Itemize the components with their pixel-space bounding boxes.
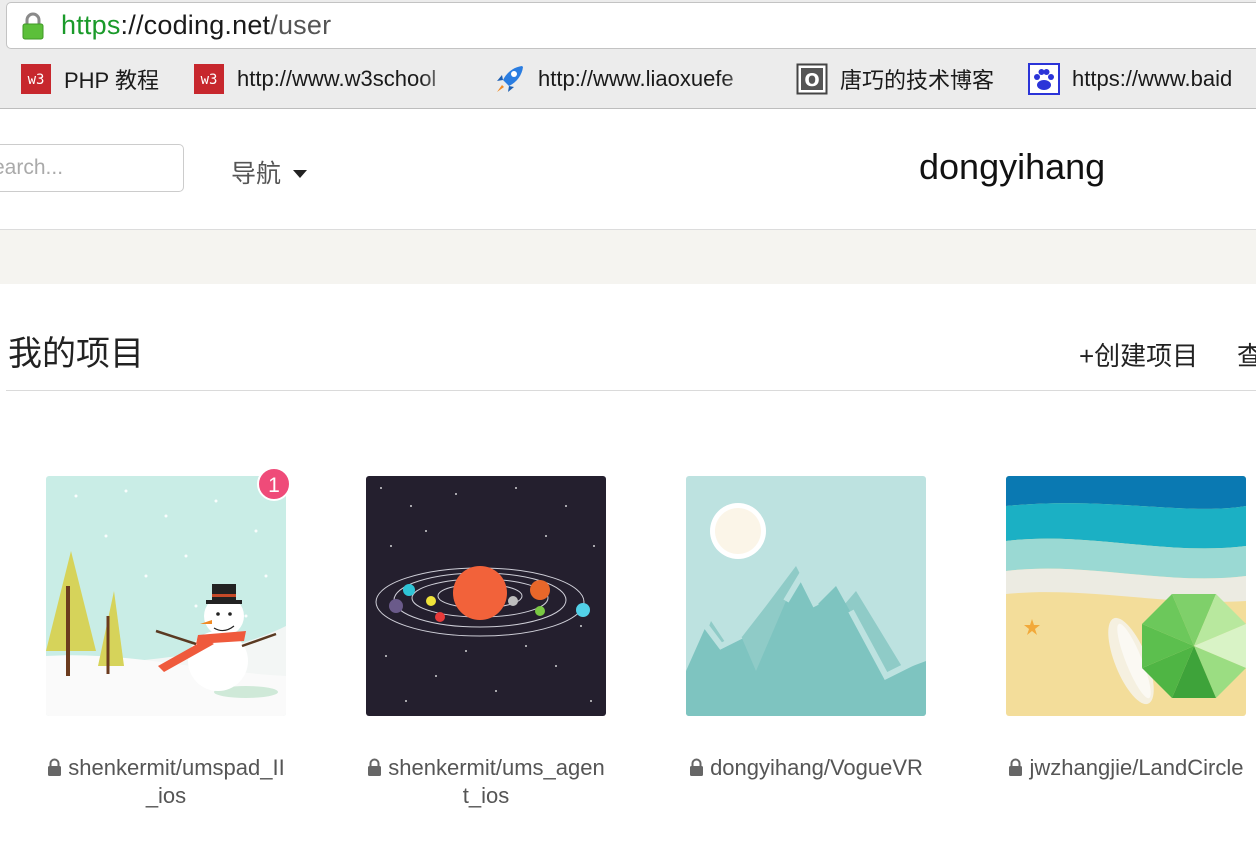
svg-text:w3: w3 xyxy=(201,72,218,88)
project-thumbnail-beach[interactable] xyxy=(1006,476,1246,716)
view-all-link[interactable]: 查 xyxy=(1237,336,1256,373)
bookmark-php-tutorial[interactable]: w3 PHP 教程 xyxy=(20,60,159,98)
project-name-text: shenkermit/umspad_II_ios xyxy=(68,755,285,808)
create-project-link[interactable]: +创建项目 xyxy=(1079,336,1198,373)
bookmark-label: http://www.liaoxuefe xyxy=(538,66,734,91)
notification-badge: 1 xyxy=(257,467,291,501)
divider xyxy=(6,390,1256,391)
project-thumbnail-solar-system[interactable] xyxy=(366,476,606,716)
url-text[interactable]: https://coding.net/user xyxy=(61,10,331,41)
bookmark-baidu[interactable]: https://www.baid xyxy=(1028,60,1232,98)
paw-icon xyxy=(1028,63,1060,95)
nav-label: 导航 xyxy=(231,160,282,188)
caret-down-icon xyxy=(293,170,308,178)
bookmark-label: https://www.baid xyxy=(1072,66,1233,91)
bookmark-liaoxuefeng[interactable]: http://www.liaoxuefe xyxy=(494,60,766,98)
url-separator: :// xyxy=(120,10,144,40)
rocket-icon xyxy=(494,63,526,95)
bookmarks-bar: w3 PHP 教程 w3 http://www.w3school http://… xyxy=(0,58,1256,102)
search-input[interactable] xyxy=(0,144,184,192)
section-title: 我的项目 xyxy=(8,335,144,373)
url-protocol: https xyxy=(61,10,121,40)
project-card[interactable]: shenkermit/ums_agent_ios xyxy=(366,476,606,810)
lock-icon xyxy=(368,758,382,776)
bookmark-w3school[interactable]: w3 http://www.w3school xyxy=(193,60,465,98)
project-name-text: dongyihang/VogueVR xyxy=(710,755,923,780)
project-card[interactable]: dongyihang/VogueVR xyxy=(686,476,926,782)
lock-icon xyxy=(22,12,44,40)
project-card[interactable]: jwzhangjie/LandCircle xyxy=(1006,476,1246,782)
w3-icon: w3 xyxy=(20,63,52,95)
project-name[interactable]: shenkermit/umspad_II_ios xyxy=(46,754,286,810)
o-square-icon: O xyxy=(796,63,828,95)
project-name[interactable]: jwzhangjie/LandCircle xyxy=(1006,754,1246,782)
project-name-text: shenkermit/ums_agent_ios xyxy=(388,755,605,808)
w3-icon: w3 xyxy=(193,63,225,95)
lock-icon xyxy=(48,758,62,776)
project-name-text: jwzhangjie/LandCircle xyxy=(1029,755,1244,780)
site-header: 导航 dongyihang xyxy=(0,109,1256,230)
bookmark-label: PHP 教程 xyxy=(64,68,159,93)
lock-icon xyxy=(690,758,704,776)
nav-dropdown[interactable]: 导航 xyxy=(231,154,308,190)
bookmark-label: http://www.w3school xyxy=(237,66,437,91)
project-name[interactable]: dongyihang/VogueVR xyxy=(686,754,926,782)
svg-text:O: O xyxy=(804,70,819,91)
username[interactable]: dongyihang xyxy=(919,146,1105,188)
browser-chrome: https://coding.net/user w3 PHP 教程 w3 htt… xyxy=(0,0,1256,109)
sub-header-band xyxy=(0,230,1256,284)
bookmark-label: 唐巧的技术博客 xyxy=(840,68,995,93)
project-thumbnail-snowman[interactable] xyxy=(46,476,286,716)
project-name[interactable]: shenkermit/ums_agent_ios xyxy=(366,754,606,810)
lock-icon xyxy=(1009,758,1023,776)
svg-text:w3: w3 xyxy=(28,72,45,88)
url-host: coding.net xyxy=(143,10,271,40)
address-bar[interactable]: https://coding.net/user xyxy=(6,2,1256,49)
project-card[interactable]: shenkermit/umspad_II_ios xyxy=(46,476,286,810)
project-thumbnail-mountains[interactable] xyxy=(686,476,926,716)
url-path: /user xyxy=(270,10,332,40)
bookmark-tangqiao-blog[interactable]: O 唐巧的技术博客 xyxy=(796,60,994,98)
